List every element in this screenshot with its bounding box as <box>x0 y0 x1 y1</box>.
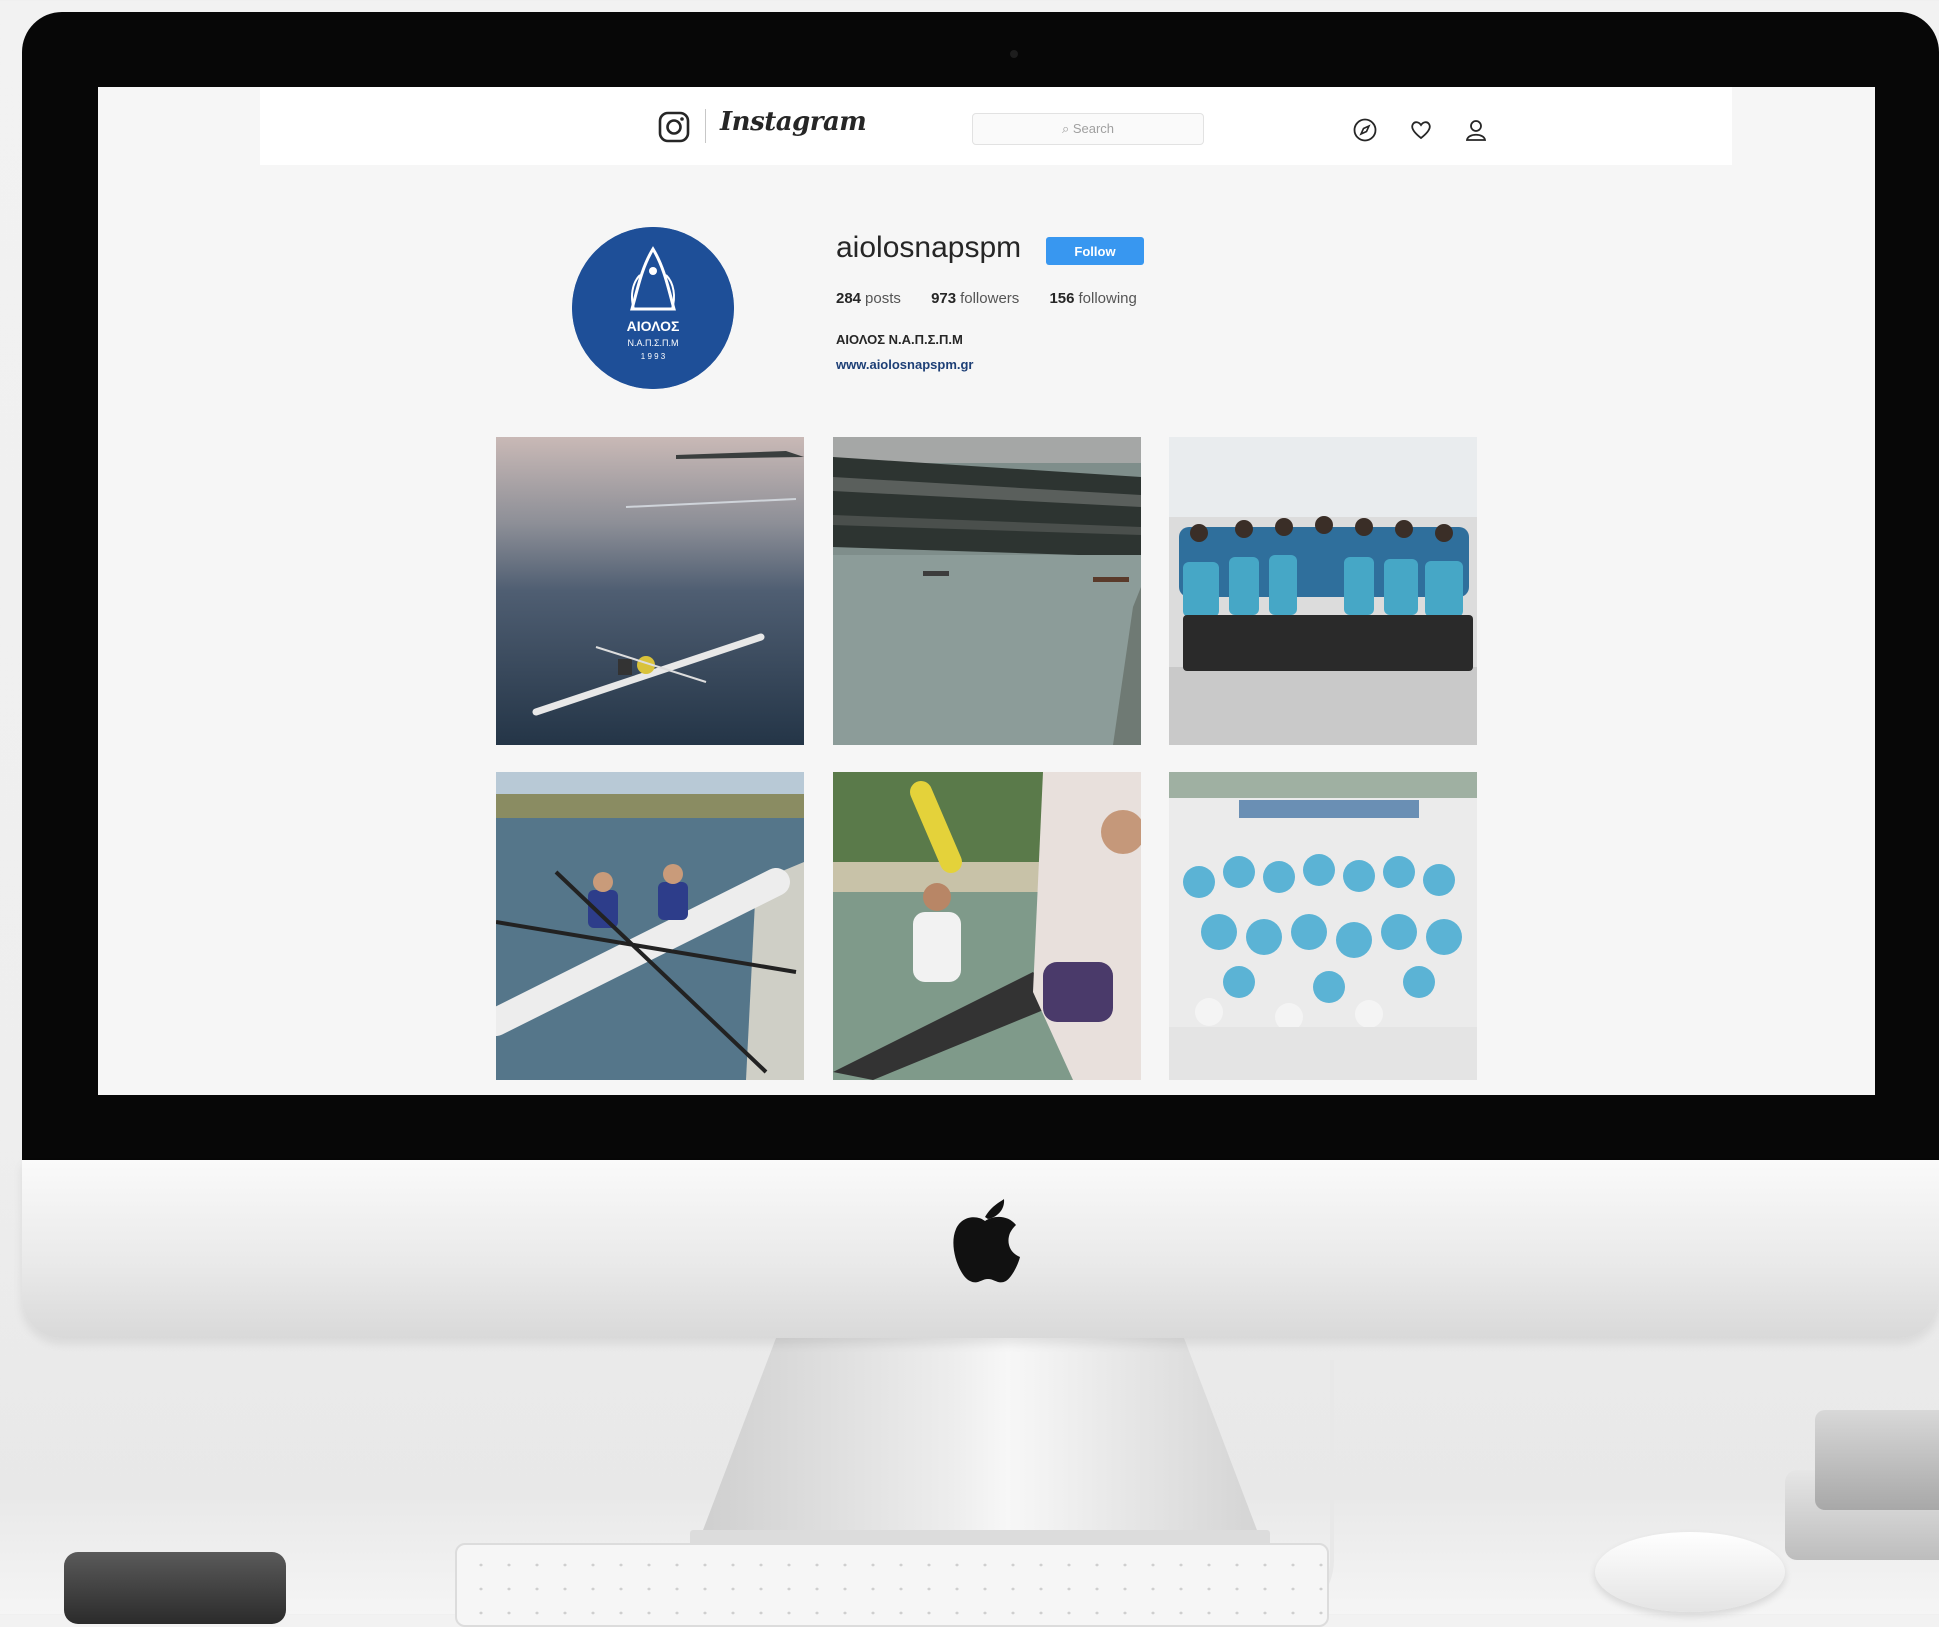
user-icon[interactable] <box>1463 117 1489 143</box>
posts-count: 284 <box>836 290 862 307</box>
avatar-line-3: 1 9 9 3 <box>641 352 666 361</box>
following-stat[interactable]: 156 following <box>1049 290 1136 307</box>
device-stack <box>1785 1410 1939 1560</box>
profile-stats: 284 posts 973 followers 156 following <box>836 290 1163 307</box>
keyboard <box>455 1543 1329 1627</box>
photo-team-group <box>1169 437 1477 745</box>
top-navbar: Instagram ⌕ Search <box>260 87 1732 165</box>
photo-rowing-course <box>833 437 1141 745</box>
profile-username: aiolosnapspm <box>836 231 1022 264</box>
explore-compass-icon[interactable] <box>1352 117 1378 143</box>
profile-website-link[interactable]: www.aiolosnapspm.gr <box>836 357 973 372</box>
club-logo-icon: ΑΙΟΛΟΣ Ν.Α.Π.Σ.Π.Μ 1 9 9 3 <box>572 227 734 389</box>
photo-rowers-dock <box>833 772 1141 1080</box>
search-input[interactable]: ⌕ Search <box>972 113 1204 145</box>
post-thumbnail[interactable] <box>1169 437 1477 745</box>
profile-avatar[interactable]: ΑΙΟΛΟΣ Ν.Α.Π.Σ.Π.Μ 1 9 9 3 <box>572 227 734 389</box>
post-thumbnail[interactable] <box>496 772 804 1080</box>
following-count: 156 <box>1049 290 1075 307</box>
imac-stand <box>700 1338 1260 1538</box>
followers-label: followers <box>960 290 1020 307</box>
post-thumbnail[interactable] <box>1169 772 1477 1080</box>
photo-double-scull <box>496 772 804 1080</box>
brand-separator <box>705 109 706 143</box>
instagram-camera-icon[interactable] <box>658 111 690 143</box>
posts-label: posts <box>865 290 901 307</box>
photo-single-scull <box>496 437 804 745</box>
post-thumbnail[interactable] <box>833 437 1141 745</box>
post-thumbnail[interactable] <box>833 772 1141 1080</box>
posts-stat: 284 posts <box>836 290 901 307</box>
post-thumbnail[interactable] <box>496 437 804 745</box>
followers-stat[interactable]: 973 followers <box>931 290 1019 307</box>
following-label: following <box>1078 290 1137 307</box>
magic-mouse <box>1595 1532 1785 1612</box>
follow-button[interactable]: Follow <box>1046 237 1144 265</box>
instagram-wordmark[interactable]: Instagram <box>720 107 867 137</box>
search-placeholder: ⌕ Search <box>1061 121 1115 136</box>
heart-icon[interactable] <box>1408 117 1434 143</box>
avatar-line-1: ΑΙΟΛΟΣ <box>627 318 680 334</box>
screen: Instagram ⌕ Search ΑΙΟΛΟΣ Ν.Α.Π.Σ.Π.Μ 1 … <box>98 87 1875 1095</box>
apple-logo-icon <box>953 1199 1020 1283</box>
photo-crowd-banner <box>1169 772 1477 1080</box>
camera-dot <box>1010 50 1018 58</box>
avatar-line-2: Ν.Α.Π.Σ.Π.Μ <box>627 338 678 348</box>
profile-full-name: ΑΙΟΛΟΣ Ν.Α.Π.Σ.Π.Μ <box>836 332 963 347</box>
followers-count: 973 <box>931 290 957 307</box>
smartphone <box>64 1552 286 1624</box>
